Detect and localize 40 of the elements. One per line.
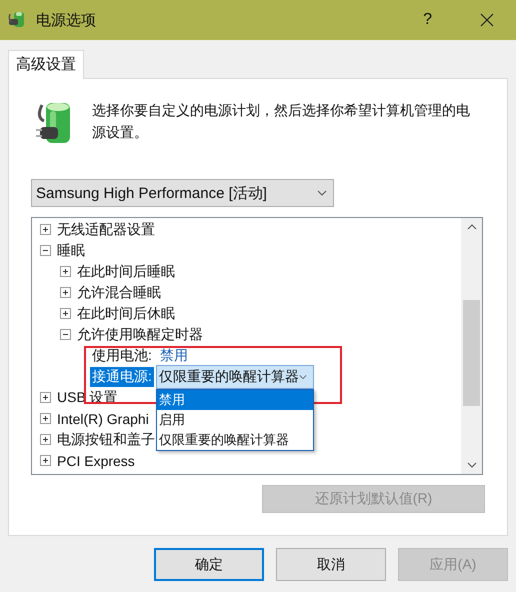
description-text: 选择你要自定义的电源计划，然后选择你希望计算机管理的电源设置。 [92, 101, 471, 142]
tree-item[interactable]: 在此时间后睡眠 [77, 262, 175, 280]
expander-icon[interactable] [40, 392, 51, 403]
expander-icon[interactable] [60, 266, 71, 277]
tree-item[interactable]: 睡眠 [57, 242, 85, 260]
tree-item[interactable]: Intel(R) Graphi [57, 410, 149, 426]
expander-icon[interactable] [40, 455, 51, 466]
dialog-button[interactable]: 取消 [276, 548, 386, 581]
chevron-down-icon [298, 374, 307, 380]
expander-icon[interactable] [40, 413, 51, 424]
expander-icon[interactable] [60, 287, 71, 298]
setting-value-link[interactable]: 禁用 [160, 346, 188, 364]
expander-icon[interactable] [40, 224, 51, 235]
setting-label: 接通电源: [90, 366, 154, 386]
dialog-button[interactable]: 确定 [154, 548, 264, 581]
window-title: 电源选项 [36, 10, 97, 30]
dropdown-option[interactable]: 禁用 [156, 390, 313, 410]
tree-item[interactable]: 允许混合睡眠 [77, 284, 161, 302]
tree-item[interactable]: 允许使用唤醒定时器 [77, 326, 203, 344]
tree-item[interactable]: 无线适配器设置 [57, 220, 155, 238]
tree-item[interactable]: PCI Express [57, 452, 135, 468]
tree-item[interactable]: 电源按钮和盖子 [57, 430, 155, 448]
dropdown-option[interactable]: 仅限重要的唤醒计算器 [156, 430, 313, 450]
expander-icon[interactable] [60, 329, 71, 340]
setting-label: 使用电池: [91, 346, 153, 364]
scroll-down-icon[interactable] [466, 462, 476, 468]
chevron-down-icon [317, 190, 327, 196]
scroll-up-icon[interactable] [466, 224, 476, 230]
plan-dropdown[interactable]: Samsung High Performance [活动] [31, 179, 334, 207]
close-icon[interactable] [480, 13, 494, 27]
expander-icon[interactable] [60, 308, 71, 319]
dropdown-option[interactable]: 启用 [156, 410, 313, 430]
tree-item[interactable]: 在此时间后休眠 [77, 304, 175, 322]
help-button[interactable]: ? [423, 11, 432, 29]
setting-dropdown[interactable]: 仅限重要的唤醒计算器 [156, 364, 314, 388]
scroll-thumb[interactable] [463, 300, 480, 406]
scrollbar[interactable] [461, 218, 482, 474]
expander-icon[interactable] [40, 434, 51, 445]
expander-icon[interactable] [40, 245, 51, 256]
tab[interactable]: 高级设置 [8, 50, 84, 79]
